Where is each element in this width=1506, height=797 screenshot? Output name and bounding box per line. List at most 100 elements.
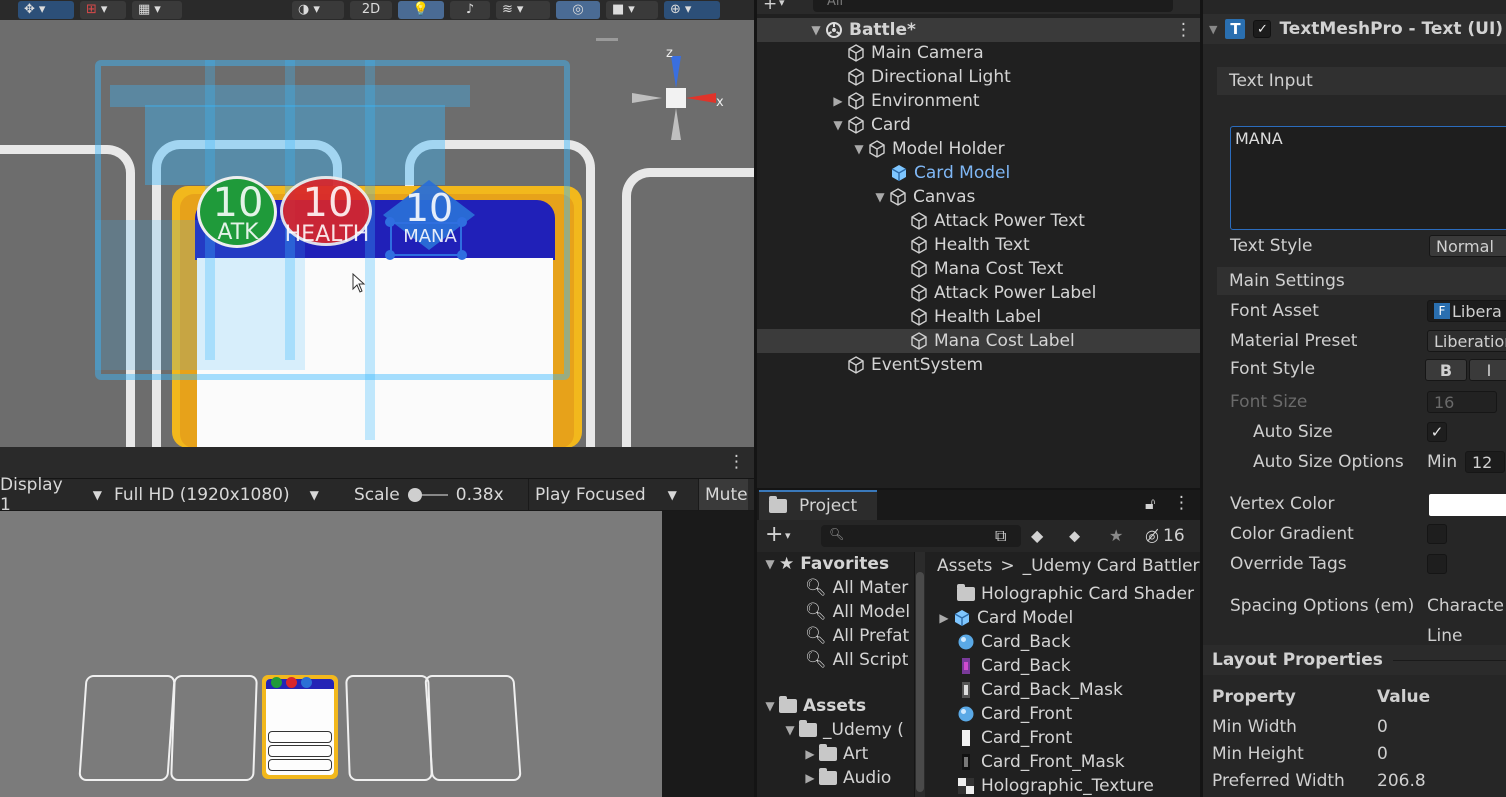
asset-item[interactable]: Card_Front_Mask <box>957 750 1125 774</box>
resize-handle[interactable] <box>457 217 467 227</box>
chevron-down-icon[interactable]: ▼ <box>831 118 845 132</box>
favorite-item[interactable]: 🔍︎ All Mater <box>805 576 908 600</box>
snap-button[interactable]: ⊞ ▾ <box>80 1 126 19</box>
assets-header[interactable]: ▼ Assets <box>763 694 866 718</box>
gizmo-tools-button[interactable]: ✥ ▾ <box>18 1 74 19</box>
scale-control[interactable]: Scale 0.38x <box>348 479 528 510</box>
asset-item[interactable]: Card_Back <box>957 654 1071 678</box>
scrollbar-thumb[interactable] <box>916 572 924 792</box>
asset-item[interactable]: Card_Front <box>957 726 1072 750</box>
main-settings-header[interactable]: Main Settings <box>1217 267 1506 295</box>
create-add-icon[interactable]: + <box>765 522 783 547</box>
tree-scrollbar[interactable] <box>915 552 925 797</box>
breadcrumb-root[interactable]: Assets <box>937 556 992 576</box>
chevron-down-icon[interactable]: ▼ <box>763 557 777 571</box>
scale-slider[interactable] <box>407 487 448 502</box>
text-style-dropdown[interactable]: Normal <box>1429 235 1506 257</box>
component-header[interactable]: ▼ T ✓ TextMeshPro - Text (UI) <box>1203 14 1506 44</box>
bold-toggle-button[interactable]: B <box>1425 359 1467 381</box>
more-options-icon[interactable]: ⋮ <box>1173 493 1190 513</box>
component-enabled-checkbox[interactable]: ✓ <box>1253 20 1272 38</box>
italic-toggle-button[interactable]: I <box>1469 359 1506 381</box>
hand-card[interactable] <box>262 675 338 779</box>
tree-folder[interactable]: ▶ Audio <box>803 766 891 790</box>
chevron-down-icon[interactable]: ▼ <box>763 699 777 713</box>
resize-handle[interactable] <box>385 250 395 260</box>
hidden-packages-icon[interactable]: ◎̸ <box>1145 526 1159 545</box>
resolution-dropdown[interactable]: Full HD (1920x1080) ▼ <box>108 479 348 510</box>
resize-handle[interactable] <box>457 250 467 260</box>
hierarchy-item[interactable]: Directional Light <box>757 65 1200 89</box>
filter-by-type-icon[interactable]: ◆ <box>1031 526 1043 545</box>
hierarchy-item[interactable]: ▼ Card <box>757 113 1200 137</box>
play-mode-dropdown[interactable]: Play Focused ▼ <box>528 479 698 510</box>
color-gradient-checkbox[interactable] <box>1427 524 1447 544</box>
auto-size-checkbox[interactable]: ✓ <box>1427 422 1447 442</box>
display-dropdown[interactable]: Display 1 ▼ <box>0 475 108 515</box>
chevron-right-icon[interactable]: ▶ <box>803 771 817 785</box>
selection-outline[interactable] <box>390 222 462 256</box>
panel-splitter[interactable] <box>754 0 757 797</box>
chevron-down-icon[interactable]: ▼ <box>783 723 797 737</box>
font-asset-field[interactable]: F Libera <box>1427 300 1506 322</box>
more-options-icon[interactable]: ⋮ <box>728 452 745 472</box>
hierarchy-item[interactable]: Card Model <box>757 161 1200 185</box>
add-icon[interactable]: + <box>763 0 777 14</box>
search-by-type-icon[interactable]: ⧉ <box>995 526 1006 546</box>
hierarchy-item[interactable]: ▼ Model Holder <box>757 137 1200 161</box>
camera-button[interactable]: ■ ▾ <box>606 1 658 19</box>
asset-item[interactable]: Card_Front <box>957 702 1072 726</box>
asset-item[interactable]: Holographic Card Shader <box>957 582 1194 606</box>
visibility-toggle-button[interactable]: ◎ <box>556 1 600 19</box>
chevron-down-icon[interactable]: ▼ <box>852 142 866 156</box>
orientation-gizmo[interactable] <box>626 46 726 146</box>
label-tag-icon[interactable]: ⬥ <box>1069 526 1080 546</box>
hierarchy-item-selected[interactable]: Mana Cost Label <box>757 329 1200 353</box>
hierarchy-item[interactable]: Health Text <box>757 233 1200 257</box>
tree-folder[interactable]: ▼ _Udemy ( <box>783 718 904 742</box>
chevron-right-icon[interactable]: ▶ <box>831 94 845 108</box>
chevron-down-icon[interactable]: ▾ <box>779 0 785 9</box>
favorites-header[interactable]: ▼ ★ Favorites <box>763 552 889 576</box>
2d-toggle-button[interactable]: 2D <box>350 1 392 19</box>
favorite-item[interactable]: 🔍︎ All Prefat <box>805 624 909 648</box>
scene-header-battle[interactable]: ▼ Battle* ⋮ <box>757 18 1200 42</box>
min-size-field[interactable]: 12 <box>1465 451 1505 473</box>
chevron-down-icon[interactable]: ▼ <box>1209 23 1217 36</box>
chevron-down-icon[interactable]: ▾ <box>785 529 791 542</box>
audio-toggle-button[interactable]: ♪ <box>450 1 490 19</box>
asset-item[interactable]: Card_Back_Mask <box>957 678 1123 702</box>
hierarchy-item[interactable]: Health Label <box>757 305 1200 329</box>
project-search-input[interactable]: 🔍︎ <box>821 525 1021 547</box>
chevron-down-icon[interactable]: ▼ <box>809 23 823 37</box>
effects-button[interactable]: ≋ ▾ <box>496 1 550 19</box>
hierarchy-item[interactable]: Main Camera <box>757 41 1200 65</box>
hierarchy-item[interactable]: Mana Cost Text <box>757 257 1200 281</box>
hierarchy-item[interactable]: Attack Power Label <box>757 281 1200 305</box>
asset-item[interactable]: Holographic_Texture <box>957 774 1154 797</box>
game-view[interactable] <box>0 511 662 797</box>
favorite-item[interactable]: 🔍︎ All Script <box>805 648 908 672</box>
draw-mode-button[interactable]: ◑ ▾ <box>292 1 344 19</box>
chevron-right-icon[interactable]: ▶ <box>803 747 817 761</box>
more-options-icon[interactable]: ⋮ <box>1175 20 1192 40</box>
lock-icon[interactable]: 🔓︎ <box>1145 494 1155 514</box>
asset-item[interactable]: ▶ Card Model <box>937 606 1073 630</box>
hierarchy-item[interactable]: EventSystem <box>757 353 1200 377</box>
favorite-item[interactable]: 🔍︎ All Model <box>805 600 910 624</box>
gizmos-button[interactable]: ⊕ ▾ <box>664 1 720 19</box>
chevron-right-icon[interactable]: ▶ <box>937 611 951 625</box>
text-input-area[interactable]: MANA <box>1230 126 1506 230</box>
text-input-header[interactable]: Text Input <box>1217 67 1506 95</box>
slider-thumb[interactable] <box>407 487 422 502</box>
lighting-toggle-button[interactable]: 💡 <box>398 1 444 19</box>
favorite-star-icon[interactable]: ★ <box>1109 526 1123 545</box>
hierarchy-item[interactable]: ▶ Environment <box>757 89 1200 113</box>
asset-item[interactable]: Card_Back <box>957 630 1071 654</box>
vertex-color-swatch[interactable] <box>1429 494 1506 516</box>
hierarchy-item[interactable]: Attack Power Text <box>757 209 1200 233</box>
breadcrumb-folder[interactable]: _Udemy Card Battler <box>1023 556 1200 576</box>
chevron-down-icon[interactable]: ▼ <box>873 190 887 204</box>
tab-project[interactable]: Project <box>759 490 877 520</box>
mute-audio-toggle[interactable]: Mute <box>698 479 748 510</box>
